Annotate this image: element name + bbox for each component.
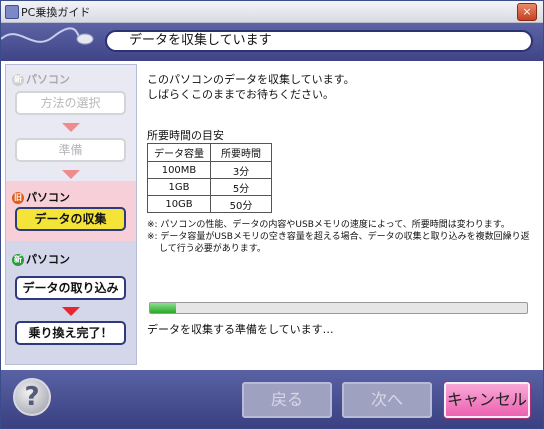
cancel-button[interactable]: キャンセル	[443, 381, 531, 419]
progress-status: データを収集する準備をしています…	[147, 323, 334, 336]
new-pc-label: 新パソコン	[12, 251, 70, 267]
app-window: PC乗換ガイド × データを収集しています 新パソコン 方法の選択 準備 旧パソ…	[0, 0, 544, 429]
new-pc-label-text: パソコン	[26, 253, 70, 266]
new-pc-section: 新パソコン データの取り込み 乗り換え完了！	[6, 241, 136, 364]
time-estimate-table: データ容量 所要時間 100MB 3分 1GB 5分 10GB 50分	[147, 143, 272, 213]
table-title: 所要時間の目安	[147, 129, 224, 142]
arrow-down-icon	[62, 170, 80, 179]
arrow-down-icon	[62, 307, 80, 316]
header-band: データを収集しています	[1, 23, 543, 61]
help-icon: ?	[24, 382, 40, 412]
note-capacity: ※: データ容量がUSBメモリの空き容量を超える場合、データの収集と取り込みを複…	[147, 232, 530, 254]
table-cell: 1GB	[147, 178, 211, 196]
old-pc-label: 旧パソコン	[12, 189, 70, 205]
step-sidebar: 新パソコン 方法の選択 準備 旧パソコン データの収集 新パソコン データの取り…	[5, 64, 137, 365]
table-cell: 5分	[210, 178, 272, 196]
message-line-1: このパソコンのデータを収集しています。	[147, 73, 355, 86]
cable-decoration-icon	[1, 27, 94, 45]
new-badge-icon: 新	[12, 74, 24, 86]
column-header: データ容量	[147, 143, 211, 162]
step-method: 方法の選択	[15, 91, 126, 115]
note-performance: ※: パソコンの性能、データの内容やUSBメモリの速度によって、所要時間は変わり…	[147, 220, 510, 230]
table-cell: 100MB	[147, 161, 211, 179]
column-header: 所要時間	[210, 143, 272, 162]
back-button[interactable]: 戻る	[242, 382, 332, 418]
table-row: 100MB 3分	[147, 161, 272, 179]
step-collect: データの収集	[15, 207, 126, 231]
table-row: 1GB 5分	[147, 178, 272, 196]
next-button[interactable]: 次へ	[342, 382, 432, 418]
new-pc-top-label-text: パソコン	[26, 73, 70, 86]
status-message: このパソコンのデータを収集しています。 しばらくこのままでお待ちください。	[147, 72, 355, 102]
help-button[interactable]: ?	[13, 378, 51, 416]
new-badge-icon: 新	[12, 254, 24, 266]
old-badge-icon: 旧	[12, 192, 24, 204]
table-header-row: データ容量 所要時間	[147, 143, 272, 162]
old-pc-section: 旧パソコン データの収集	[6, 181, 136, 241]
step-import: データの取り込み	[15, 276, 126, 300]
message-line-2: しばらくこのままでお待ちください。	[147, 88, 334, 101]
table-cell: 50分	[210, 195, 272, 213]
main-content: このパソコンのデータを収集しています。 しばらくこのままでお待ちください。 所要…	[143, 64, 539, 363]
table-row: 10GB 50分	[147, 195, 272, 213]
old-pc-label-text: パソコン	[26, 191, 70, 204]
table-cell: 3分	[210, 161, 272, 179]
page-title: データを収集しています	[105, 30, 533, 52]
close-button[interactable]: ×	[517, 3, 537, 21]
footer-bar: ? 戻る 次へ キャンセル	[1, 370, 543, 428]
notes: ※: パソコンの性能、データの内容やUSBメモリの速度によって、所要時間は変わり…	[147, 219, 535, 255]
new-pc-top-label: 新パソコン	[12, 71, 70, 87]
window-title: PC乗換ガイド	[21, 6, 91, 19]
progress-fill	[150, 303, 177, 313]
arrow-down-icon	[62, 123, 80, 132]
step-finish: 乗り換え完了！	[15, 321, 126, 345]
close-icon: ×	[522, 5, 532, 18]
table-cell: 10GB	[147, 195, 211, 213]
title-bar: PC乗換ガイド ×	[1, 1, 543, 23]
progress-bar	[149, 302, 528, 314]
step-prepare: 準備	[15, 138, 126, 162]
app-icon	[5, 5, 19, 19]
